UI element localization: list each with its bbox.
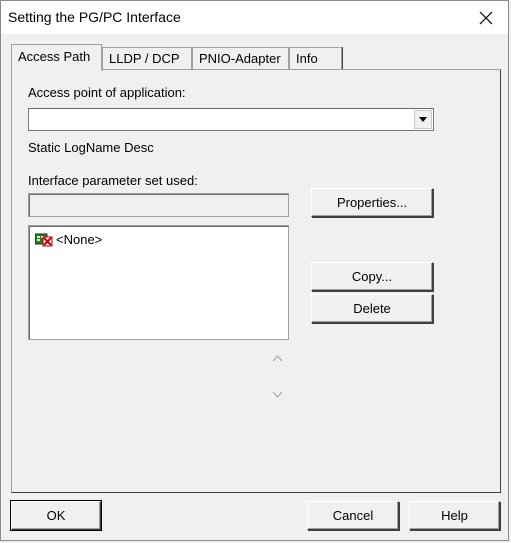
tab-info[interactable]: Info	[289, 47, 342, 69]
ok-button[interactable]: OK	[10, 500, 102, 531]
network-adapter-none-icon	[35, 233, 53, 246]
tab-pnio-adapter[interactable]: PNIO-Adapter	[192, 47, 289, 69]
chevron-down-icon	[419, 117, 427, 122]
chevron-up-icon[interactable]	[272, 355, 283, 362]
access-point-dropdown[interactable]	[28, 108, 434, 131]
tab-label: PNIO-Adapter	[199, 51, 281, 66]
help-button[interactable]: Help	[409, 501, 500, 530]
interface-param-list[interactable]: <None>	[28, 225, 289, 340]
ok-button-label: OK	[46, 508, 66, 523]
tab-label: LLDP / DCP	[109, 51, 180, 66]
properties-button[interactable]: Properties...	[311, 188, 433, 217]
close-icon	[479, 11, 492, 24]
param-set-label: Interface parameter set used:	[28, 173, 198, 188]
list-item[interactable]: <None>	[35, 232, 102, 247]
tab-lldp-dcp[interactable]: LLDP / DCP	[102, 47, 192, 69]
close-button[interactable]	[463, 1, 508, 34]
dialog-window: Setting the PG/PC Interface Access Path …	[0, 0, 509, 541]
dropdown-arrow-button[interactable]	[414, 110, 432, 129]
properties-button-label: Properties...	[336, 195, 408, 210]
help-button-label: Help	[441, 508, 468, 523]
delete-button-label: Delete	[353, 301, 391, 316]
cancel-button[interactable]: Cancel	[307, 501, 399, 530]
chevron-down-icon[interactable]	[272, 391, 283, 398]
list-item-label: <None>	[56, 232, 103, 247]
copy-button-label: Copy...	[351, 269, 393, 284]
tab-access-path[interactable]: Access Path	[11, 44, 102, 71]
param-set-field	[28, 193, 289, 217]
delete-button[interactable]: Delete	[311, 294, 433, 323]
access-point-label: Access point of application:	[28, 85, 186, 100]
list-scroll-arrows	[267, 349, 289, 407]
static-logname-text: Static LogName Desc	[28, 140, 154, 155]
title-bar: Setting the PG/PC Interface	[1, 1, 508, 34]
tab-label: Info	[296, 51, 318, 66]
window-title: Setting the PG/PC Interface	[8, 9, 181, 25]
tab-label: Access Path	[18, 49, 91, 64]
copy-button[interactable]: Copy...	[311, 262, 433, 291]
cancel-button-label: Cancel	[332, 508, 374, 523]
